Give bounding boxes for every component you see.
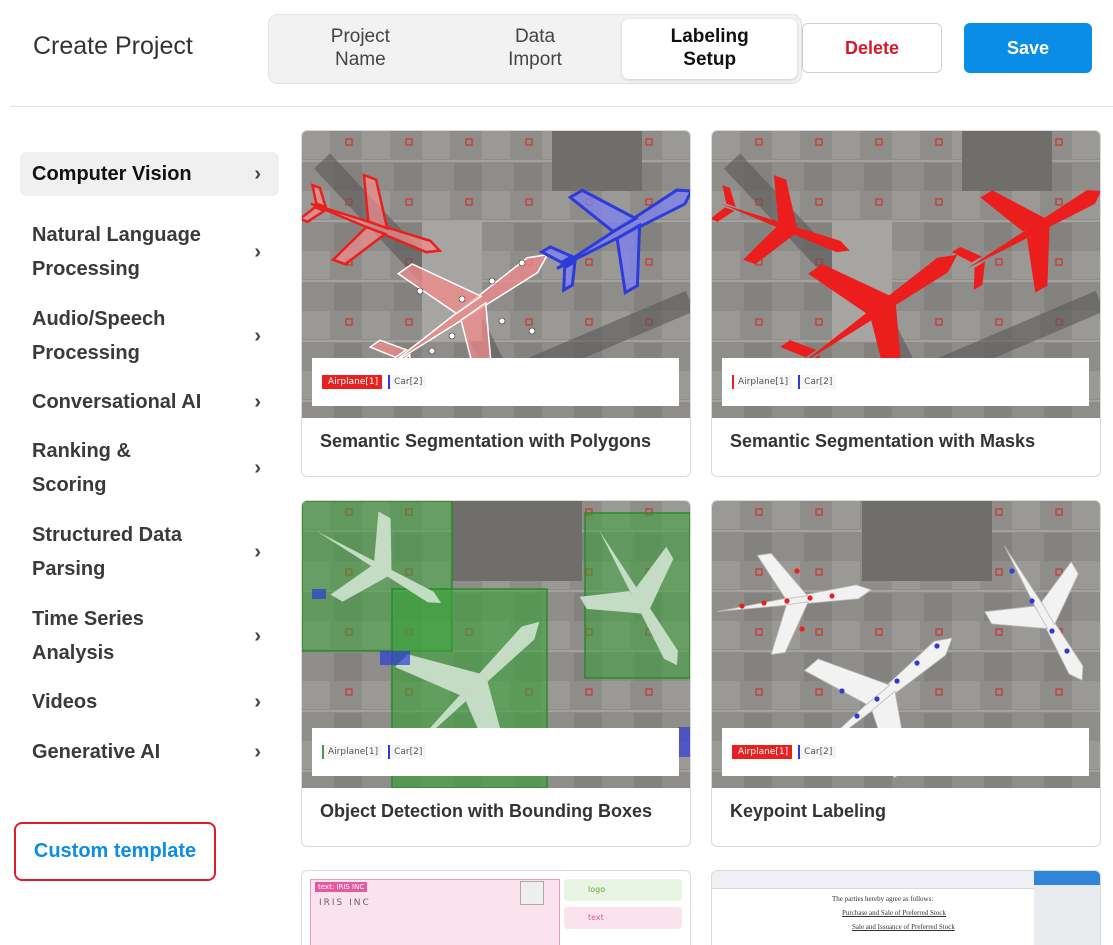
template-card-bounding-boxes[interactable]: Airplane[1] Car[2] Object Detection with… — [301, 500, 691, 847]
sidebar-item-label: Structured Data Parsing — [32, 524, 183, 580]
label-legend: Airplane[1] Car[2] — [312, 358, 679, 406]
sidebar-item-ranking-scoring[interactable]: Ranking & Scoring › — [20, 428, 279, 508]
sidebar-item-label: Time Series Analysis — [32, 608, 144, 664]
sidebar-item-label: Computer Vision — [32, 163, 192, 185]
document-line: Sale and Issuance of Preferred Stock — [852, 923, 955, 931]
sidebar-item-label: Conversational AI — [32, 391, 202, 413]
tab-project-name[interactable]: Project Name — [273, 19, 448, 79]
label-legend: Airplane[1] Car[2] — [722, 358, 1089, 406]
chevron-right-icon: › — [254, 741, 261, 763]
tag-car: Car[2] — [798, 745, 837, 759]
ocr-region-tag: text: IRIS INC — [315, 882, 368, 892]
tab-data-import[interactable]: Data Import — [448, 19, 623, 79]
label-legend: Airplane[1] Car[2] — [312, 728, 679, 776]
sidebar-item-label: Videos — [32, 691, 98, 713]
sidebar-item-conversational-ai[interactable]: Conversational AI › — [20, 380, 279, 424]
tab-labeling-setup[interactable]: Labeling Setup — [622, 19, 798, 79]
chevron-right-icon: › — [254, 691, 261, 713]
sidebar-item-videos[interactable]: Videos › — [20, 680, 279, 724]
region-label-text: text — [564, 907, 682, 929]
sidebar-item-audio-speech[interactable]: Audio/Speech Processing › — [20, 296, 279, 376]
sidebar-item-label: Ranking & Scoring — [32, 440, 131, 496]
sidebar-item-computer-vision[interactable]: Computer Vision › — [20, 152, 279, 196]
template-card-keypoints[interactable]: Airplane[1] Car[2] Keypoint Labeling — [711, 500, 1101, 847]
annotation-panel — [1034, 871, 1100, 945]
header: Create Project Project Name Data Import … — [0, 0, 1113, 107]
tag-airplane: Airplane[1] — [732, 375, 793, 389]
template-title: Semantic Segmentation with Masks — [730, 431, 1036, 451]
document-page: The parties hereby agree as follows: Pur… — [772, 893, 1022, 945]
sidebar-item-generative-ai[interactable]: Generative AI › — [20, 730, 279, 774]
logo-icon — [520, 881, 544, 905]
document-line: Purchase and Sale of Preferred Stock — [842, 909, 946, 917]
chevron-right-icon: › — [254, 241, 261, 263]
region-label-logo: logo — [564, 879, 682, 901]
tag-car: Car[2] — [798, 375, 837, 389]
template-card-document[interactable]: The parties hereby agree as follows: Pur… — [711, 870, 1101, 945]
template-title: Semantic Segmentation with Polygons — [320, 431, 652, 451]
template-card-polygons[interactable]: Airplane[1] Car[2] Semantic Segmentation… — [301, 130, 691, 477]
sidebar-item-time-series[interactable]: Time Series Analysis › — [20, 596, 279, 676]
sidebar-item-label: Generative AI — [32, 741, 161, 763]
chevron-right-icon: › — [254, 391, 261, 413]
chevron-right-icon: › — [254, 163, 261, 185]
template-card-ocr[interactable]: text: IRIS INC IRIS INC logo text — [301, 870, 691, 945]
document-line: The parties hereby agree as follows: — [832, 895, 934, 903]
step-tabs: Project Name Data Import Labeling Setup — [268, 14, 802, 84]
tag-car: Car[2] — [388, 375, 427, 389]
sidebar-item-label: Natural Language Processing — [32, 224, 201, 280]
header-divider — [10, 106, 1113, 107]
template-title: Keypoint Labeling — [730, 801, 887, 821]
chevron-right-icon: › — [254, 625, 261, 647]
delete-button[interactable]: Delete — [802, 23, 942, 73]
save-button[interactable]: Save — [964, 23, 1092, 73]
ocr-company-text: IRIS INC — [319, 898, 371, 908]
sidebar-item-structured-data[interactable]: Structured Data Parsing › — [20, 512, 279, 592]
template-card-masks[interactable]: Airplane[1] Car[2] Semantic Segmentation… — [711, 130, 1101, 477]
chevron-right-icon: › — [254, 541, 261, 563]
sidebar-item-label: Audio/Speech Processing — [32, 308, 166, 364]
page-title: Create Project — [33, 32, 193, 60]
template-title: Object Detection with Bounding Boxes — [320, 801, 653, 821]
sidebar-item-nlp[interactable]: Natural Language Processing › — [20, 212, 279, 292]
chevron-right-icon: › — [254, 457, 261, 479]
panel-header — [1034, 871, 1100, 885]
category-sidebar: Computer Vision › Natural Language Proce… — [20, 152, 279, 774]
tag-airplane: Airplane[1] — [322, 745, 383, 759]
custom-template-link[interactable]: Custom template — [14, 822, 216, 881]
tag-car: Car[2] — [388, 745, 427, 759]
label-legend: Airplane[1] Car[2] — [722, 728, 1089, 776]
tag-airplane: Airplane[1] — [732, 745, 793, 759]
chevron-right-icon: › — [254, 325, 261, 347]
tag-airplane: Airplane[1] — [322, 375, 383, 389]
